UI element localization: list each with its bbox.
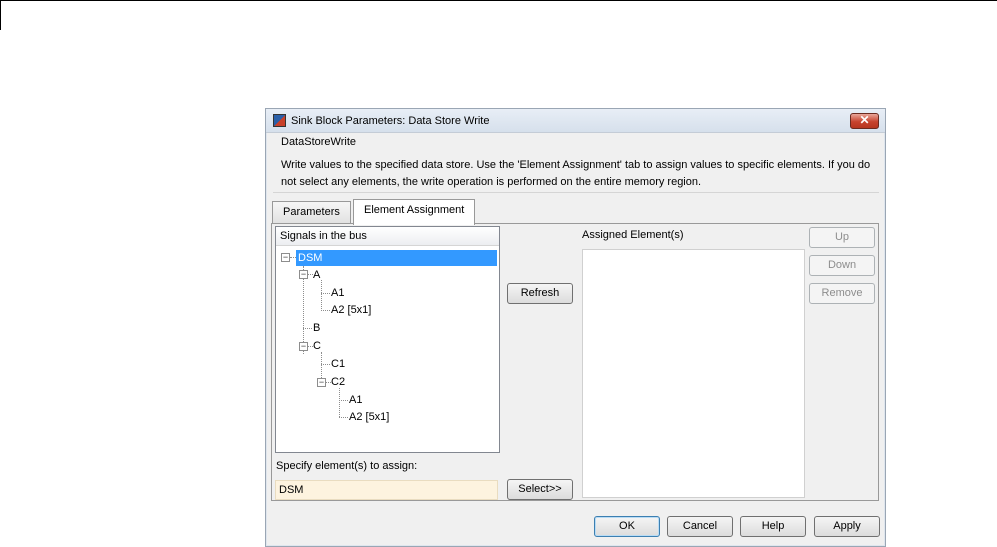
tree-node-c1[interactable]: C1 [331,356,345,372]
tree-collapse-icon[interactable]: − [281,253,290,262]
tree-connector [321,293,330,294]
tree-node-c2-a2[interactable]: A2 [5x1] [349,409,389,425]
description-group-title: DataStoreWrite [281,136,356,148]
tree-collapse-icon[interactable]: − [299,342,308,351]
tree-connector [339,417,348,418]
tab-parameters[interactable]: Parameters [272,201,351,225]
down-button[interactable]: Down [809,255,875,276]
description-text: Write values to the specified data store… [281,159,871,188]
tree-connector [339,388,340,417]
tree-connector [339,400,348,401]
apply-button[interactable]: Apply [814,516,880,537]
tree-connector [321,310,330,311]
tree-collapse-icon[interactable]: − [299,270,308,279]
tree-connector [321,364,330,365]
assigned-elements-list[interactable] [582,249,805,498]
specify-elements-input[interactable]: DSM [275,480,498,500]
help-button[interactable]: Help [740,516,806,537]
tree-node-c2-a1[interactable]: A1 [349,392,362,408]
page-rule-top [0,0,997,1]
refresh-button[interactable]: Refresh [507,283,573,304]
page-rule-left [0,0,1,30]
tree-node-c[interactable]: C [313,338,321,354]
tree-connector [303,328,312,329]
element-assignment-panel: Signals in the bus − DSM − A A1 A2 [5x1]… [271,223,879,501]
tree-node-a1[interactable]: A1 [331,285,344,301]
tree-node-dsm[interactable]: DSM [296,250,497,266]
select-button[interactable]: Select>> [507,479,573,500]
tree-node-a2[interactable]: A2 [5x1] [331,302,371,318]
tree-node-b[interactable]: B [313,320,320,336]
up-button[interactable]: Up [809,227,875,248]
simulink-block-icon [273,114,286,127]
block-parameters-dialog: Sink Block Parameters: Data Store Write … [265,108,886,547]
cancel-button[interactable]: Cancel [667,516,733,537]
description-group: DataStoreWrite Write values to the speci… [273,135,879,193]
specify-elements-label: Specify element(s) to assign: [276,460,418,472]
close-icon[interactable]: ✕ [850,113,879,129]
remove-button[interactable]: Remove [809,283,875,304]
title-bar[interactable]: Sink Block Parameters: Data Store Write … [266,109,885,133]
window-title: Sink Block Parameters: Data Store Write [291,115,490,127]
tab-element-assignment[interactable]: Element Assignment [353,199,476,225]
signals-tree-header: Signals in the bus [276,227,499,246]
ok-button[interactable]: OK [594,516,660,537]
tree-connector [321,280,322,309]
signals-tree[interactable]: Signals in the bus − DSM − A A1 A2 [5x1]… [275,226,500,453]
assigned-elements-label: Assigned Element(s) [582,229,684,241]
tree-node-a[interactable]: A [313,267,320,283]
tree-collapse-icon[interactable]: − [317,378,326,387]
